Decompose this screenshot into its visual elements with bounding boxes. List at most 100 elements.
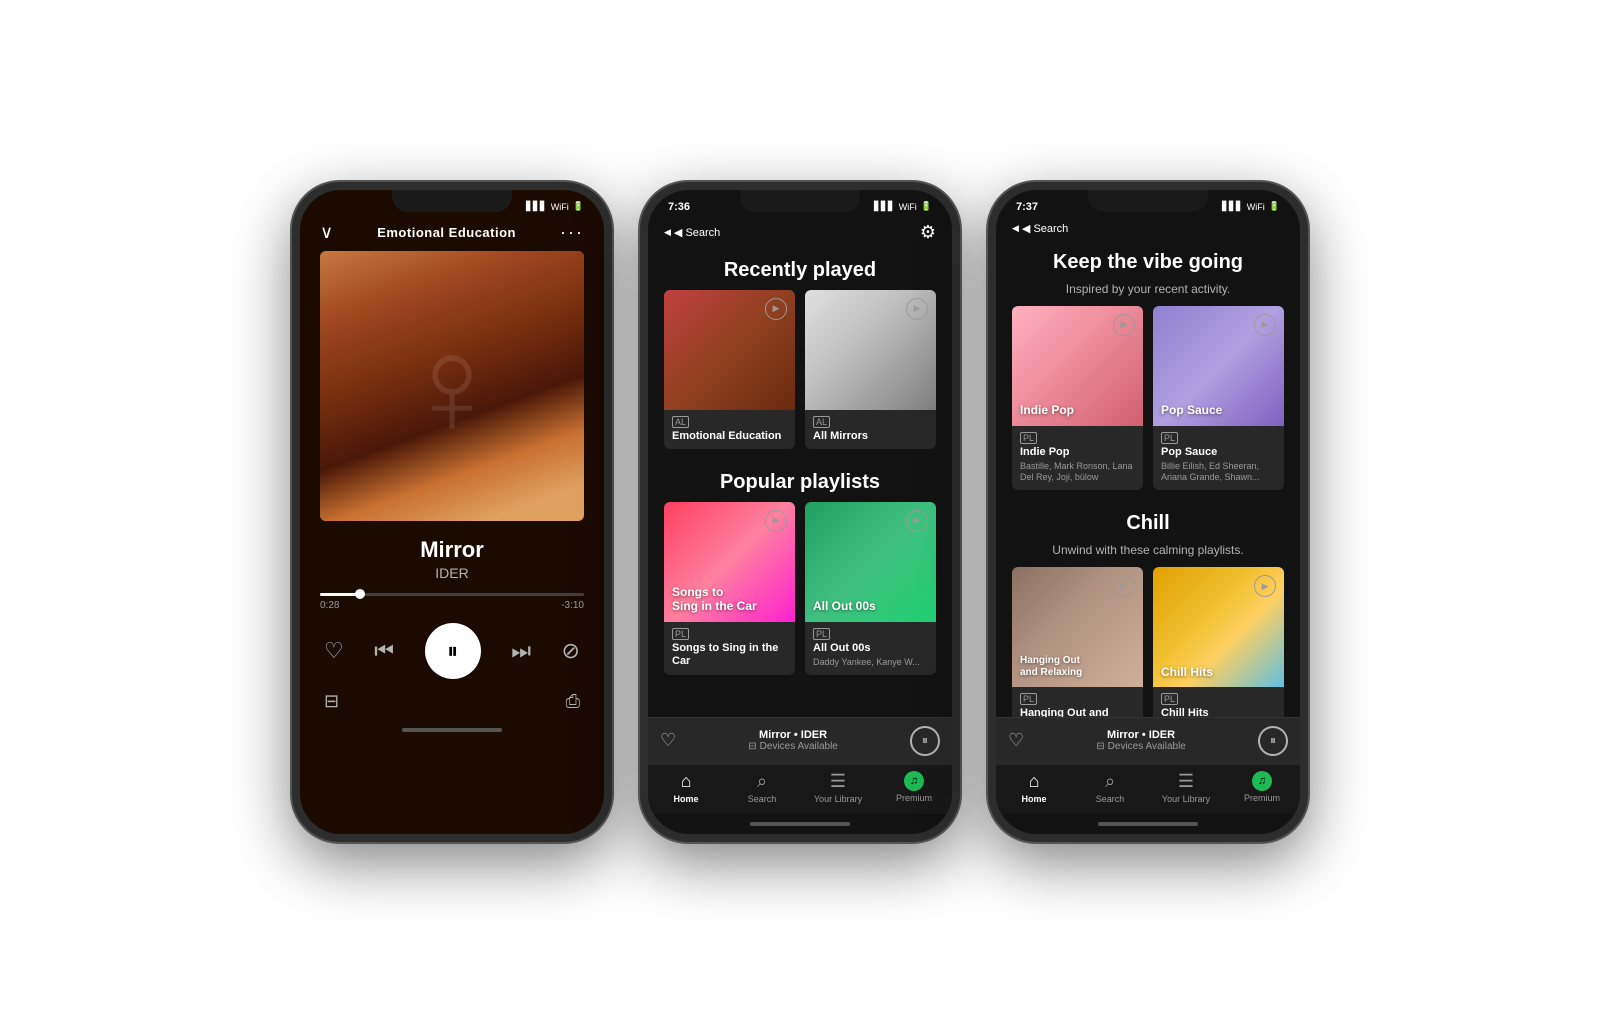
mini-track-info: Mirror • IDER ⊟ Devices Available xyxy=(676,729,910,752)
vibe-subtitle: Inspired by your recent activity. xyxy=(996,282,1300,306)
battery-icon-2: 🔋 xyxy=(921,201,932,212)
recently-card-1[interactable]: ▶ AL Emotional Education xyxy=(664,290,795,449)
mini-like-button-3[interactable]: ♡ xyxy=(1008,730,1024,751)
progress-bar[interactable] xyxy=(320,593,584,596)
playlist-card-1-overlay: Songs toSing in the Car xyxy=(672,585,757,614)
playlist-type-icon-2: PL xyxy=(813,628,830,640)
playlist-card-1[interactable]: ▶ Songs toSing in the Car PL Songs to Si… xyxy=(664,502,795,675)
now-playing-screen: ▋▋▋ WiFi 🔋 ∨ Emotional Education ··· Mir… xyxy=(300,190,604,834)
home-bar-3 xyxy=(996,814,1300,834)
chill-card-1-info: PL Hanging Out and Relaxing Lewis Capald… xyxy=(1012,687,1143,716)
vibe-row: ▶ Indie Pop PL Indie Pop Bastille, Mark … xyxy=(996,306,1300,503)
now-playing-title: Emotional Education xyxy=(377,225,516,240)
pause-button[interactable]: ⏸ xyxy=(425,623,481,679)
devices-icon[interactable]: ⊟ xyxy=(324,691,339,712)
mini-pause-button-3[interactable]: ⏸ xyxy=(1258,726,1288,756)
vibe-card-2[interactable]: ▶ Pop Sauce PL Pop Sauce Billie Eilish, … xyxy=(1153,306,1284,491)
tab-premium[interactable]: ♫ Premium xyxy=(889,771,939,804)
play-icon-overlay-2: ▶ xyxy=(906,298,928,320)
prev-button[interactable]: ⏮ xyxy=(374,638,394,664)
vibe-card-2-overlay: Pop Sauce xyxy=(1161,403,1222,417)
back-search-button-3[interactable]: ◀ Search xyxy=(1012,222,1068,235)
status-icons-3: ▋▋▋ WiFi 🔋 xyxy=(1222,201,1280,212)
play-icon-overlay-6: ▶ xyxy=(1254,314,1276,336)
spotify-tab-icon-3: ♫ xyxy=(1252,771,1272,791)
recently-played-title: Recently played xyxy=(648,249,952,290)
playlist-card-1-info: PL Songs to Sing in the Car xyxy=(664,622,795,674)
vibe-card-2-img: ▶ Pop Sauce xyxy=(1153,306,1284,426)
mini-player-3[interactable]: ♡ Mirror • IDER ⊟ Devices Available ⏸ xyxy=(996,717,1300,764)
screen-content-3: Keep the vibe going Inspired by your rec… xyxy=(996,241,1300,717)
tab-bar-3: ⌂ Home ⌕ Search ☰ Your Library ♫ Premium xyxy=(996,764,1300,814)
chill-card-2[interactable]: ▶ Chill Hits PL Chill Hits Bill... xyxy=(1153,567,1284,716)
playlist-card-2-name: All Out 00s xyxy=(813,642,928,655)
playlist-card-2-info: PL All Out 00s Daddy Yankee, Kanye W... xyxy=(805,622,936,675)
like-button[interactable]: ♡ xyxy=(324,638,344,664)
progress-section[interactable]: 0:28 -3:10 xyxy=(300,585,604,619)
recently-card-2-name: All Mirrors xyxy=(813,430,928,443)
mini-like-button[interactable]: ♡ xyxy=(660,730,676,751)
chill-card-1[interactable]: ▶ Hanging Outand Relaxing PL Hanging Out… xyxy=(1012,567,1143,716)
recently-card-2-info: AL All Mirrors xyxy=(805,410,936,449)
playlist-card-1-name: Songs to Sing in the Car xyxy=(672,642,787,668)
signal-icon: ▋▋▋ xyxy=(526,201,547,212)
chill-card-2-img: ▶ Chill Hits xyxy=(1153,567,1284,687)
more-options-icon[interactable]: ··· xyxy=(560,222,584,243)
wifi-icon-2: WiFi xyxy=(899,202,917,212)
mini-devices-label-3: Devices Available xyxy=(1108,741,1186,752)
wifi-icon-3: WiFi xyxy=(1247,202,1265,212)
chill-title: Chill xyxy=(996,502,1300,543)
status-bar-2: 7:36 ▋▋▋ WiFi 🔋 xyxy=(648,190,952,218)
chill-card-1-overlay: Hanging Outand Relaxing xyxy=(1020,655,1082,679)
play-icon-overlay-8: ▶ xyxy=(1254,575,1276,597)
card-type-row-4: PL xyxy=(813,628,928,640)
mini-player-2[interactable]: ♡ Mirror • IDER ⊟ Devices Available ⏸ xyxy=(648,717,952,764)
mini-track-name-3: Mirror • IDER xyxy=(1024,729,1258,741)
chill-type-icon-2: PL xyxy=(1161,693,1178,705)
bottom-icons: ⊟ ⎙ xyxy=(300,687,604,720)
recently-card-1-img: ▶ xyxy=(664,290,795,410)
recently-played-row: ▶ AL Emotional Education ▶ xyxy=(648,290,952,461)
current-time: 0:28 xyxy=(320,600,339,611)
card-type-row-7: PL xyxy=(1020,693,1135,705)
wifi-icon: WiFi xyxy=(551,202,569,212)
status-icons-1: ▋▋▋ WiFi 🔋 xyxy=(526,201,584,212)
time-labels: 0:28 -3:10 xyxy=(320,600,584,611)
remaining-time: -3:10 xyxy=(561,600,584,611)
tab-library[interactable]: ☰ Your Library xyxy=(813,771,863,804)
block-icon[interactable]: ⊘ xyxy=(562,638,580,664)
vibe-card-1-overlay: Indie Pop xyxy=(1020,403,1074,417)
vibe-card-2-desc: Billie Eilish, Ed Sheeran, Ariana Grande… xyxy=(1161,461,1276,484)
tab-home[interactable]: ⌂ Home xyxy=(661,771,711,804)
mini-track-name: Mirror • IDER xyxy=(676,729,910,741)
chevron-down-icon[interactable]: ∨ xyxy=(320,222,333,243)
recently-card-2[interactable]: ▶ AL All Mirrors xyxy=(805,290,936,449)
share-icon[interactable]: ⎙ xyxy=(566,691,580,712)
tab-search[interactable]: ⌕ Search xyxy=(737,771,787,804)
tab-home-3[interactable]: ⌂ Home xyxy=(1009,771,1059,804)
now-playing-header: ∨ Emotional Education ··· xyxy=(300,218,604,251)
back-search-button[interactable]: ◀ Search xyxy=(664,226,720,239)
album-type-icon: AL xyxy=(672,416,689,428)
vibe-card-1[interactable]: ▶ Indie Pop PL Indie Pop Bastille, Mark … xyxy=(1012,306,1143,491)
vibe-card-2-name: Pop Sauce xyxy=(1161,446,1276,459)
progress-dot xyxy=(355,589,365,599)
library-tab-icon: ☰ xyxy=(830,771,846,792)
mini-pause-button[interactable]: ⏸ xyxy=(910,726,940,756)
playlist-card-2[interactable]: ▶ All Out 00s PL All Out 00s Daddy Yanke… xyxy=(805,502,936,675)
chill-card-2-overlay: Chill Hits xyxy=(1161,665,1213,679)
recently-card-1-info: AL Emotional Education xyxy=(664,410,795,449)
card-type-row-8: PL xyxy=(1161,693,1276,705)
spotify-tab-icon: ♫ xyxy=(904,771,924,791)
search-tab-label-3: Search xyxy=(1096,794,1125,804)
tab-search-3[interactable]: ⌕ Search xyxy=(1085,771,1135,804)
tab-premium-3[interactable]: ♫ Premium xyxy=(1237,771,1287,804)
home-screen-2: 7:36 ▋▋▋ WiFi 🔋 ◀ Search ⚙ Recently play… xyxy=(648,190,952,834)
next-button[interactable]: ⏭ xyxy=(511,638,531,664)
tab-bar-2: ⌂ Home ⌕ Search ☰ Your Library ♫ Premium xyxy=(648,764,952,814)
play-icon-overlay-5: ▶ xyxy=(1113,314,1135,336)
playlist-card-1-img: ▶ Songs toSing in the Car xyxy=(664,502,795,622)
track-title: Mirror xyxy=(320,537,584,563)
tab-library-3[interactable]: ☰ Your Library xyxy=(1161,771,1211,804)
settings-icon[interactable]: ⚙ xyxy=(920,222,936,243)
